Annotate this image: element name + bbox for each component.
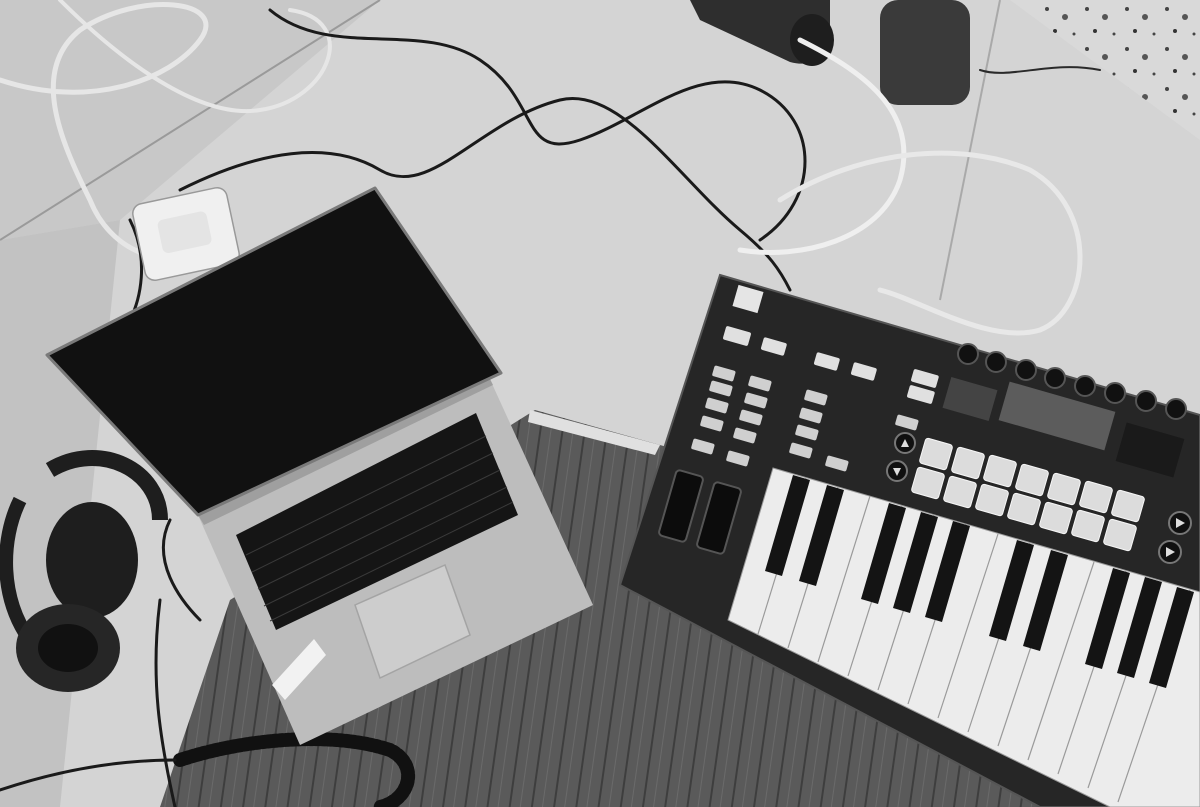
- photo-scene: [0, 0, 1200, 807]
